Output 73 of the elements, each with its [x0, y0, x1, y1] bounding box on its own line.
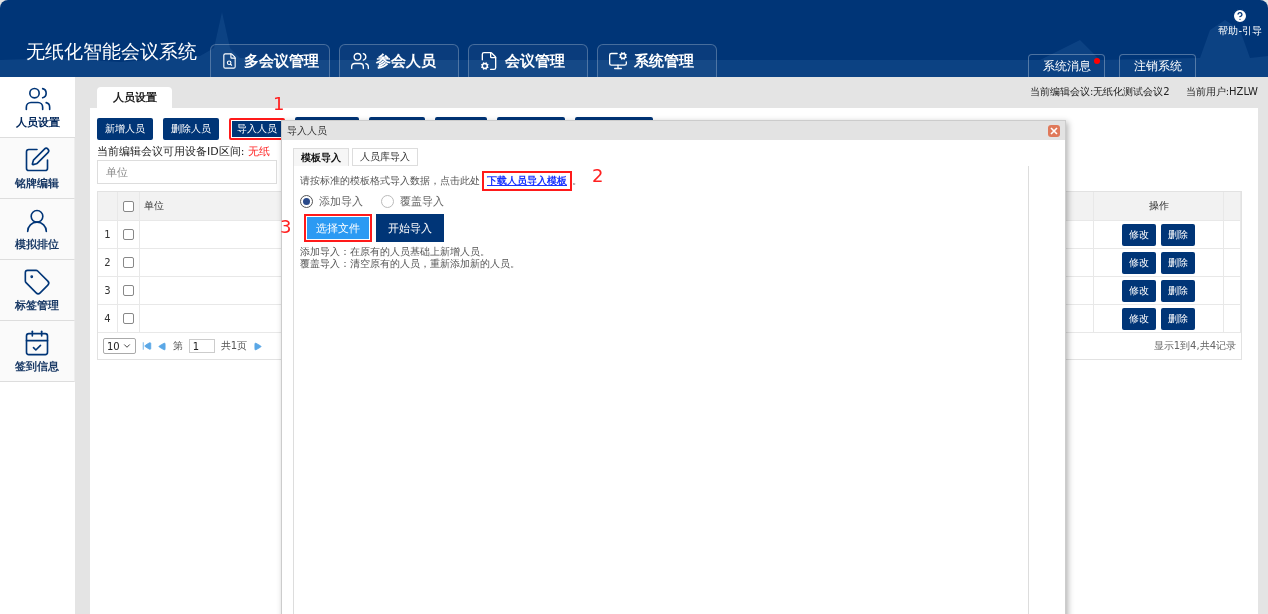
step-number: 3	[280, 218, 292, 236]
edit-button[interactable]: 修改	[1122, 251, 1156, 274]
edit-button[interactable]: 修改	[1122, 223, 1156, 246]
header-button[interactable]: 系统消息	[1028, 54, 1105, 77]
users-icon	[350, 51, 370, 71]
page-number-field[interactable]: 1	[188, 339, 215, 353]
import-note: 添加导入：在原有的人员基础上新增人员。	[300, 246, 491, 258]
import-mode-radio[interactable]: 添加导入	[300, 193, 363, 209]
unit-filter-field[interactable]: 单位	[97, 160, 277, 184]
nav-tab[interactable]: 系统管理	[597, 44, 717, 77]
delete-button[interactable]: 删除	[1161, 223, 1195, 246]
instruction-end: 。	[572, 174, 582, 188]
row-number: 2	[104, 257, 111, 268]
instruction-text: 请按标准的模板格式导入数据，点击此处	[300, 174, 480, 188]
dialog-tab[interactable]: 人员库导入	[352, 148, 418, 166]
help-icon	[1232, 8, 1249, 24]
close-button[interactable]	[1048, 124, 1060, 137]
checkbox[interactable]	[123, 257, 134, 268]
first-page-icon[interactable]	[141, 341, 152, 351]
row-number: 3	[104, 285, 111, 296]
nav-tab[interactable]: 参会人员	[339, 44, 459, 77]
column-header: 单位	[144, 199, 164, 213]
help-button[interactable]: 帮助-引导	[1218, 8, 1262, 38]
calendar-check-icon	[23, 328, 51, 357]
current-meeting: 当前编辑会议:无纸化测试会议2	[1030, 85, 1170, 99]
current-user: 当前用户:HZLW	[1185, 85, 1258, 99]
download-template-link[interactable]: 下载人员导入模板	[482, 171, 572, 191]
start-import-button[interactable]: 开始导入	[376, 214, 444, 242]
toolbar-button[interactable]: 导入人员	[229, 118, 285, 140]
edit-button[interactable]: 修改	[1122, 279, 1156, 302]
import-mode-radio[interactable]: 覆盖导入	[381, 193, 444, 209]
step-number: 1	[273, 95, 285, 113]
sidebar-item[interactable]: 铭牌编辑	[0, 138, 75, 199]
record-summary: 显示1到4,共4记录	[1153, 339, 1236, 353]
edit-button[interactable]: 修改	[1122, 307, 1156, 330]
checkbox[interactable]	[123, 200, 134, 212]
page-prefix: 第	[172, 339, 183, 353]
row-number: 4	[104, 313, 111, 324]
toolbar-button[interactable]: 删除人员	[163, 118, 219, 140]
row-number: 1	[104, 229, 111, 240]
nav-tab[interactable]: 会议管理	[468, 44, 588, 77]
total-pages: 共1页	[220, 339, 248, 353]
checkbox[interactable]	[123, 229, 134, 240]
close-icon	[1050, 126, 1058, 135]
document-gear-icon	[479, 51, 499, 71]
device-range-label: 当前编辑会议可用设备ID区间:	[97, 143, 245, 159]
document-search-icon	[221, 51, 238, 71]
toolbar-button[interactable]: 新增人员	[97, 118, 153, 140]
previous-page-icon[interactable]	[157, 341, 167, 351]
header-button[interactable]: 注销系统	[1119, 54, 1196, 77]
dialog-tab[interactable]: 模板导入	[293, 148, 349, 166]
page-size-select[interactable]: 10	[103, 338, 136, 354]
sidebar-item[interactable]: 模拟排位	[0, 199, 75, 260]
step-number: 2	[592, 167, 604, 185]
monitor-gear-icon	[608, 51, 628, 71]
delete-button[interactable]: 删除	[1161, 251, 1195, 274]
tag-icon	[23, 267, 51, 296]
next-page-icon[interactable]	[253, 341, 263, 351]
delete-button[interactable]: 删除	[1161, 307, 1195, 330]
app-title: 无纸化智能会议系统	[26, 39, 198, 64]
import-note: 覆盖导入：清空原有的人员，重新添加新的人员。	[300, 258, 521, 270]
column-header: 操作	[1148, 199, 1169, 213]
chevron-down-icon	[121, 341, 132, 351]
page-tab[interactable]: 人员设置	[97, 87, 172, 108]
checkbox[interactable]	[123, 313, 134, 324]
checkbox[interactable]	[123, 285, 134, 296]
sidebar-item[interactable]: 签到信息	[0, 321, 75, 382]
delete-button[interactable]: 删除	[1161, 279, 1195, 302]
pen-icon	[23, 145, 51, 174]
device-range-value: 无纸	[248, 143, 271, 159]
sidebar-item[interactable]: 标签管理	[0, 260, 75, 321]
dialog-title: 导入人员	[287, 123, 327, 138]
nav-tab[interactable]: 多会议管理	[210, 44, 330, 77]
